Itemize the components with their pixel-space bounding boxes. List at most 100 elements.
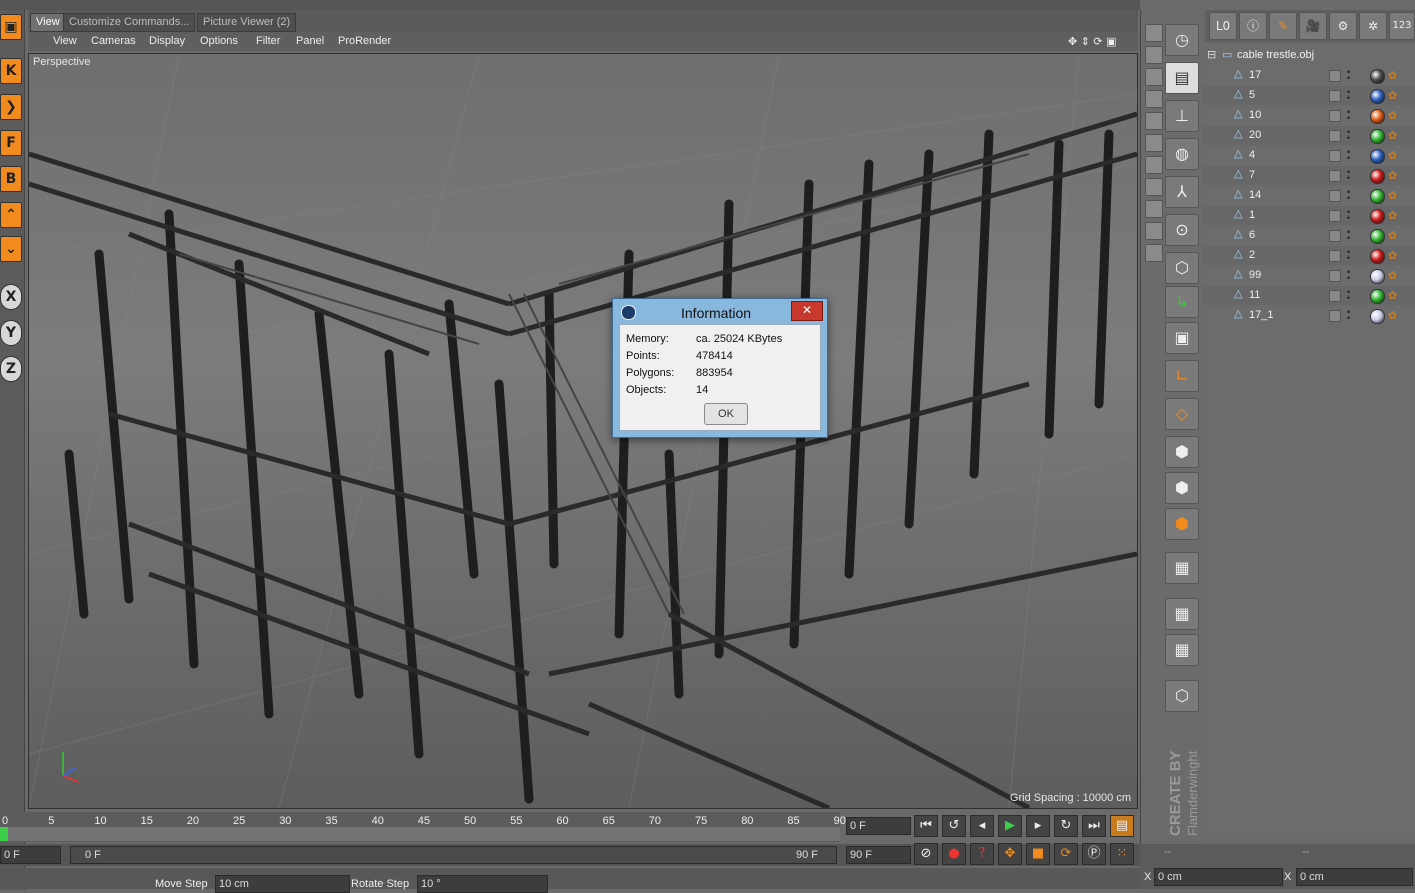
record-icon[interactable]: ● <box>942 843 966 865</box>
caret-down-icon[interactable]: ⌄ <box>0 236 22 262</box>
visibility-toggle[interactable] <box>1329 150 1341 162</box>
autokey-icon[interactable]: ? <box>970 843 994 865</box>
x-size-field[interactable]: 0 cm <box>1296 868 1413 886</box>
visibility-toggle[interactable] <box>1329 110 1341 122</box>
object-row[interactable]: △ 7 • • ✿ <box>1202 166 1415 185</box>
texture-tag-icon[interactable]: ✿ <box>1388 269 1402 282</box>
render-dots-icon[interactable]: • • <box>1347 268 1352 283</box>
tab-picture-viewer[interactable]: Picture Viewer (2) <box>197 13 297 32</box>
step-forward-icon[interactable]: ▸ <box>1026 815 1050 837</box>
caret-up-icon[interactable]: ⌃ <box>0 202 22 228</box>
sphere-icon[interactable]: ◍ <box>1165 138 1199 170</box>
material-tag-icon[interactable] <box>1370 109 1385 124</box>
object-root-row[interactable]: ⊟ ▭ cable trestle.obj <box>1202 46 1415 65</box>
render-dots-icon[interactable]: • • <box>1347 108 1352 123</box>
object-row[interactable]: △ 5 • • ✿ <box>1202 86 1415 105</box>
move-key-icon[interactable]: ✥ <box>998 843 1022 865</box>
info-icon[interactable]: ⓘ <box>1239 12 1267 40</box>
menu-filter[interactable]: Filter <box>256 35 280 47</box>
frame-range-slider[interactable]: 0 F 90 F <box>70 846 837 864</box>
go-to-end-icon[interactable]: ⏭ <box>1082 815 1106 837</box>
material-tag-icon[interactable] <box>1370 209 1385 224</box>
material-tag-icon[interactable] <box>1370 129 1385 144</box>
workplane-icon[interactable]: ⬡ <box>1165 680 1199 712</box>
numbered-icon[interactable]: 123 <box>1389 12 1415 40</box>
f-icon[interactable]: F <box>0 130 22 156</box>
tool-small-4-icon[interactable] <box>1145 90 1163 108</box>
texture-tag-icon[interactable]: ✿ <box>1388 189 1402 202</box>
texture-cube-icon[interactable]: ▦ <box>1165 552 1199 584</box>
render-dots-icon[interactable]: • • <box>1347 148 1352 163</box>
render-dots-icon[interactable]: • • <box>1347 128 1352 143</box>
tool-small-5-icon[interactable] <box>1145 112 1163 130</box>
render-dots-icon[interactable]: • • <box>1347 308 1352 323</box>
uv-cube-icon[interactable]: ▦ <box>1165 598 1199 630</box>
object-row[interactable]: △ 1 • • ✿ <box>1202 206 1415 225</box>
object-row[interactable]: △ 11 • • ✿ <box>1202 286 1415 305</box>
settings-icon[interactable]: ⚙ <box>1329 12 1357 40</box>
x-position-field[interactable]: 0 cm <box>1154 868 1283 886</box>
menu-options[interactable]: Options <box>200 35 238 47</box>
scale-key-icon[interactable]: ■ <box>1026 843 1050 865</box>
material-tag-icon[interactable] <box>1370 149 1385 164</box>
rotate-step-field[interactable]: 10 ° <box>417 875 548 893</box>
x-axis-icon[interactable]: X <box>0 284 22 310</box>
texture-tag-icon[interactable]: ✿ <box>1388 69 1402 82</box>
object-row[interactable]: △ 17 • • ✿ <box>1202 66 1415 85</box>
texture-tag-icon[interactable]: ✿ <box>1388 149 1402 162</box>
texture-tag-icon[interactable]: ✿ <box>1388 289 1402 302</box>
arrow-left-icon[interactable]: K <box>0 58 22 84</box>
material-tag-icon[interactable] <box>1370 309 1385 324</box>
menu-cameras[interactable]: Cameras <box>91 35 136 47</box>
material-tag-icon[interactable] <box>1370 229 1385 244</box>
tool-small-7-icon[interactable] <box>1145 156 1163 174</box>
material-tag-icon[interactable] <box>1370 289 1385 304</box>
tool-small-11-icon[interactable] <box>1145 244 1163 262</box>
menu-prorender[interactable]: ProRender <box>338 35 391 47</box>
viewport-nav-icons[interactable]: ✥ ⇕ ⟳ ▣ <box>1068 35 1117 48</box>
texture-tag-icon[interactable]: ✿ <box>1388 109 1402 122</box>
texture-tag-icon[interactable]: ✿ <box>1388 249 1402 262</box>
render-dots-icon[interactable]: • • <box>1347 188 1352 203</box>
menu-view[interactable]: View <box>53 35 77 47</box>
uv-poly-icon[interactable]: ▦ <box>1165 634 1199 666</box>
render-dots-icon[interactable]: • • <box>1347 208 1352 223</box>
poly-cube-icon[interactable]: ⬢ <box>1165 508 1199 540</box>
material-tag-icon[interactable] <box>1370 169 1385 184</box>
visibility-toggle[interactable] <box>1329 130 1341 142</box>
tool-small-1-icon[interactable] <box>1145 24 1163 42</box>
rotate-key-icon[interactable]: ⟳ <box>1054 843 1078 865</box>
visibility-toggle[interactable] <box>1329 90 1341 102</box>
material-tag-icon[interactable] <box>1370 89 1385 104</box>
film-icon[interactable]: ▤ <box>1110 815 1134 837</box>
z-axis-icon[interactable]: Z <box>0 356 22 382</box>
current-frame-field[interactable]: 0 F <box>846 817 911 835</box>
texture-tag-icon[interactable]: ✿ <box>1388 129 1402 142</box>
object-row[interactable]: △ 6 • • ✿ <box>1202 226 1415 245</box>
texture-tag-icon[interactable]: ✿ <box>1388 89 1402 102</box>
texture-tag-icon[interactable]: ✿ <box>1388 169 1402 182</box>
texture-tag-icon[interactable]: ✿ <box>1388 229 1402 242</box>
collapse-icon[interactable]: ⊟ <box>1207 48 1216 61</box>
visibility-toggle[interactable] <box>1329 270 1341 282</box>
play-icon[interactable]: ▶ <box>998 815 1022 837</box>
next-key-icon[interactable]: ↻ <box>1054 815 1078 837</box>
timeline-track[interactable] <box>0 827 840 841</box>
object-row[interactable]: △ 14 • • ✿ <box>1202 186 1415 205</box>
tool-small-8-icon[interactable] <box>1145 178 1163 196</box>
document-icon[interactable]: ▤ <box>1165 62 1199 94</box>
tool-small-6-icon[interactable] <box>1145 134 1163 152</box>
visibility-toggle[interactable] <box>1329 290 1341 302</box>
material-tag-icon[interactable] <box>1370 69 1385 84</box>
object-row[interactable]: △ 4 • • ✿ <box>1202 146 1415 165</box>
visibility-toggle[interactable] <box>1329 230 1341 242</box>
material-icon[interactable]: ✎ <box>1269 12 1297 40</box>
menu-panel[interactable]: Panel <box>296 35 324 47</box>
timeline-playhead[interactable] <box>0 827 8 841</box>
object-row[interactable]: △ 10 • • ✿ <box>1202 106 1415 125</box>
filter-icon[interactable]: ✲ <box>1359 12 1387 40</box>
render-dots-icon[interactable]: • • <box>1347 288 1352 303</box>
start-frame-field[interactable]: 0 F <box>0 846 61 864</box>
axis-f-icon[interactable]: ↳ <box>1165 286 1199 318</box>
texture-tag-icon[interactable]: ✿ <box>1388 209 1402 222</box>
